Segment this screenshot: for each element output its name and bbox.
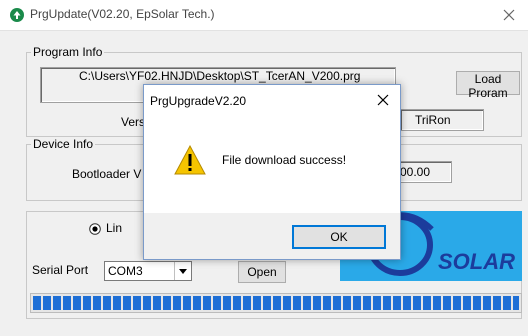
chevron-down-icon [179,269,187,274]
window-title: PrgUpdate(V02.20, EpSolar Tech.) [30,7,215,21]
title-bar: PrgUpdate(V02.20, EpSolar Tech.) [0,0,528,30]
version-label: Vers [121,115,146,129]
serial-port-label: Serial Port [32,263,89,277]
dialog-message: File download success! [222,153,347,167]
link-radio[interactable] [89,223,101,235]
close-icon[interactable] [500,6,518,24]
dialog-body: File download success! [144,115,400,213]
serial-port-value: COM3 [108,264,143,278]
success-dialog: PrgUpgradeV2.20 File download success! O… [143,84,401,260]
progress-bar [30,293,522,313]
logo-text: SOLAR [438,249,515,274]
bootloader-version-label: Bootloader V [72,167,142,181]
program-info-legend: Program Info [33,45,103,59]
dialog-footer: OK [144,213,400,259]
dialog-close-icon[interactable] [376,93,390,107]
device-info-legend: Device Info [33,137,94,151]
load-program-button[interactable]: Load Proram [456,71,520,100]
model-value: TriRon [415,113,451,127]
progress-fill [33,296,519,310]
model-field: TriRon [400,109,484,131]
dialog-title: PrgUpgradeV2.20 [150,94,247,108]
ok-button[interactable]: OK [292,225,386,249]
warning-icon [174,145,206,175]
program-path-text: C:\Users\YF02.HNJD\Desktop\ST_TcerAN_V20… [79,69,361,83]
radio-selected-icon [89,223,101,235]
dropdown-arrow[interactable] [174,262,191,280]
device-value-text: 00.00 [400,165,431,179]
open-button[interactable]: Open [238,261,286,283]
device-value-field: 00.00 [398,161,452,183]
app-icon [10,8,24,22]
link-radio-label: Lin [106,221,123,235]
serial-port-select[interactable]: COM3 [104,261,192,281]
dialog-title-bar: PrgUpgradeV2.20 [144,85,400,115]
